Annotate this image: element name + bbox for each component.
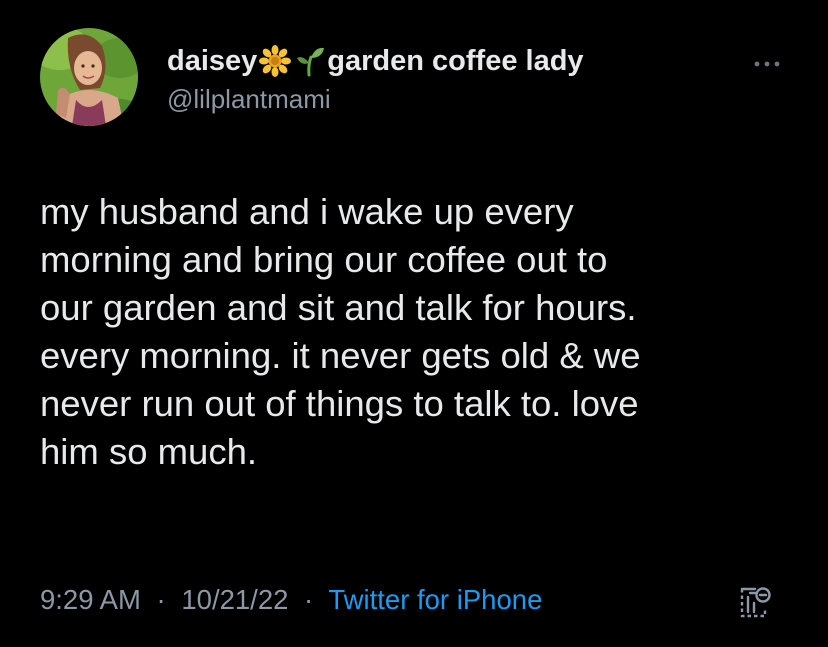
tweet-text-line: my husband and i wake up every bbox=[40, 191, 574, 232]
tweet-text-line: morning and bring our coffee out to bbox=[40, 239, 608, 280]
user-handle[interactable]: @lilplantmami bbox=[167, 84, 331, 115]
meta-separator: · bbox=[304, 584, 314, 615]
seedling-icon bbox=[295, 45, 325, 77]
sunflower-icon bbox=[259, 45, 292, 77]
tweet-text-line: every morning. it never gets old & we bbox=[40, 335, 641, 376]
meta-separator: · bbox=[156, 584, 166, 615]
tweet-card: daisey garden coffee lady @lilplantmami … bbox=[0, 0, 828, 647]
tweet-source-link[interactable]: Twitter for iPhone bbox=[328, 584, 542, 615]
tweet-text: my husband and i wake up every morning a… bbox=[40, 188, 800, 476]
display-name[interactable]: daisey garden coffee lady bbox=[167, 42, 584, 80]
display-name-text: daisey bbox=[167, 44, 258, 77]
tweet-text-line: never run out of things to talk to. love bbox=[40, 383, 639, 424]
tweet-text-line: our garden and sit and talk for hours. bbox=[40, 287, 637, 328]
tweet-text-line: him so much. bbox=[40, 431, 258, 472]
tweet-analytics-icon[interactable] bbox=[738, 585, 772, 621]
tweet-meta: 9:29 AM · 10/21/22 · Twitter for iPhone bbox=[40, 584, 542, 616]
more-options-icon[interactable] bbox=[752, 56, 782, 67]
tweet-time[interactable]: 9:29 AM bbox=[40, 584, 141, 615]
tweet-date[interactable]: 10/21/22 bbox=[181, 584, 288, 615]
display-name-subtitle: garden coffee lady bbox=[327, 44, 584, 77]
avatar[interactable] bbox=[40, 28, 138, 126]
